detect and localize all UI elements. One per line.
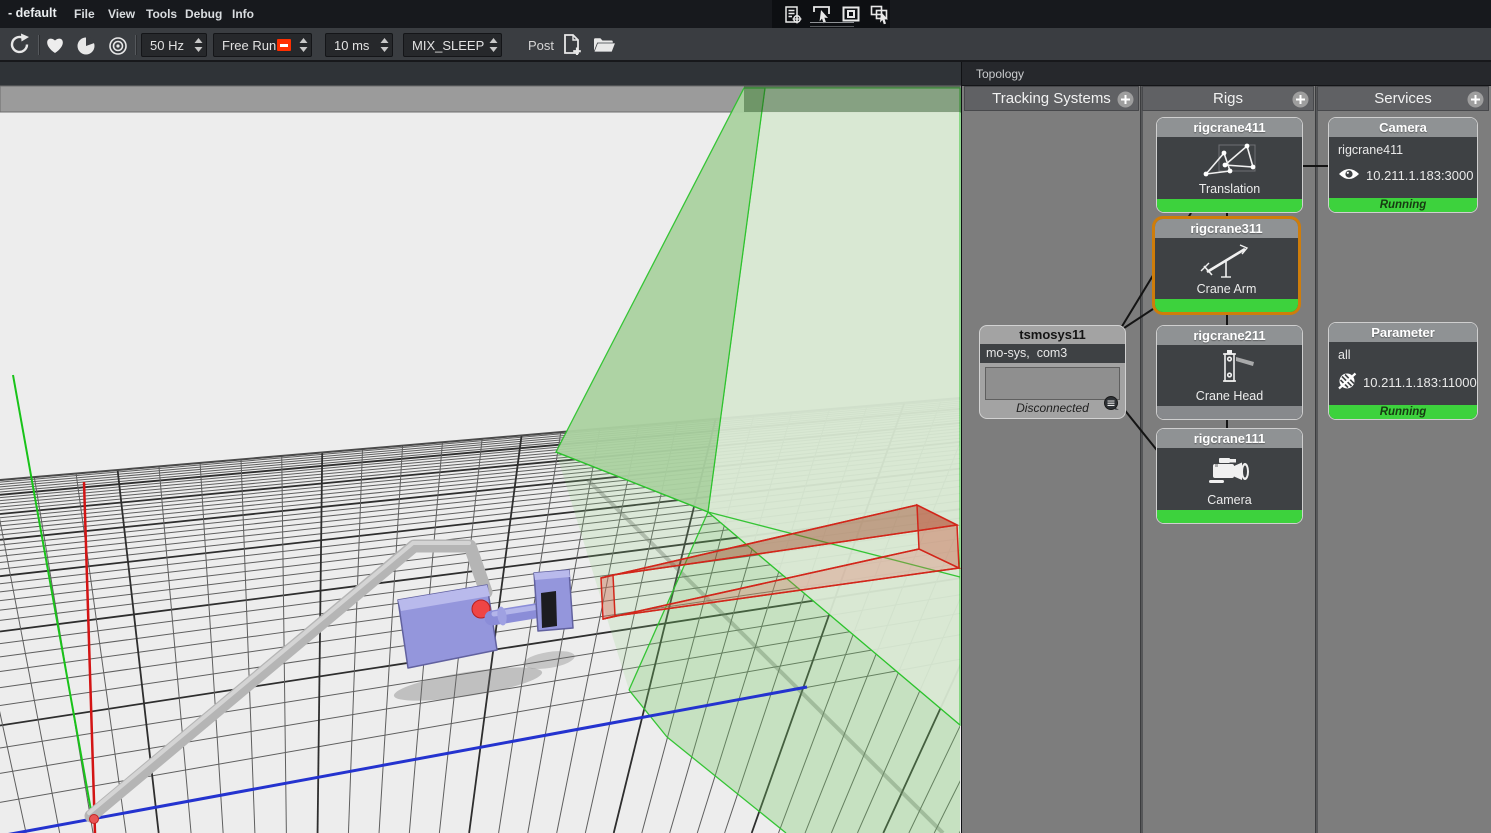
add-service-button[interactable] [1467,91,1484,113]
node-label: Crane Head [1195,389,1264,403]
node-title: rigcrane111 [1157,429,1302,448]
node-title: rigcrane311 [1155,219,1298,238]
status-bar-running [1155,299,1298,312]
column-header-tracking-systems: Tracking Systems [964,86,1139,111]
scene-3d [0,62,962,833]
toolbar-separator [38,35,40,55]
target-icon[interactable] [108,36,128,61]
origin-marker [89,814,99,824]
main-toolbar: 50 Hz Free Run 10 ms MIX_SLEEP Post [0,28,1491,62]
node-label: Camera [1207,493,1252,507]
mix-mode-value: MIX_SLEEP [412,38,485,53]
menu-tools[interactable]: Tools [146,7,177,21]
node-rigcrane211[interactable]: rigcrane211 Crane Head [1156,325,1303,420]
node-title: Parameter [1329,323,1477,342]
column-header-rigs: Rigs [1142,86,1314,111]
parameter-icon [1338,372,1357,393]
node-rigcrane411[interactable]: rigcrane411 Translation [1156,117,1303,213]
node-rigcrane311-selected[interactable]: rigcrane311 Crane Arm [1152,216,1301,315]
interval-dropdown[interactable]: 10 ms [325,33,393,57]
application-window: - default File View Tools Debug Info 50 … [0,0,1491,833]
frequency-dropdown[interactable]: 50 Hz [141,33,207,57]
spinner-arrows-icon[interactable] [379,36,390,59]
crane-arm-icon [1197,242,1257,285]
translation-icon [1199,141,1261,186]
viewport-3d[interactable] [0,62,962,833]
menu-bar: - default File View Tools Debug Info [0,0,1491,30]
spinner-arrows-icon[interactable] [193,36,204,59]
script-settings-icon[interactable] [782,4,804,31]
floating-mini-toolbar [772,0,890,30]
refresh-icon[interactable] [8,33,31,61]
log-bubble-icon[interactable] [1103,396,1120,416]
scene-ceiling-band [0,62,961,86]
node-rigcrane111[interactable]: rigcrane111 Camera [1156,428,1303,524]
interval-value: 10 ms [334,38,370,53]
menu-debug[interactable]: Debug [185,7,222,21]
topology-panel: Topology Tracking Systems Rigs Services [961,62,1491,833]
spinner-arrows-icon[interactable] [298,36,309,59]
node-service-parameter[interactable]: Parameter all 10.211.1.183:11000 Running [1328,322,1478,420]
spinner-arrows-icon[interactable] [488,36,499,59]
node-title: rigcrane211 [1157,326,1302,345]
window-title: - default [8,6,57,20]
frequency-value: 50 Hz [150,38,184,53]
data-preview-box [985,367,1120,400]
add-tracking-system-button[interactable] [1117,91,1134,113]
menu-file[interactable]: File [74,7,95,21]
post-label: Post [528,38,555,53]
toolbar-drag-handle[interactable] [810,22,854,27]
node-title: tsmosys11 [1019,327,1086,342]
run-mode-value: Free Run [222,38,277,53]
run-status-badge [277,39,291,51]
node-title: rigcrane411 [1157,118,1302,137]
new-document-icon[interactable] [561,33,584,62]
add-rig-button[interactable] [1292,91,1309,113]
service-address: 10.211.1.183:11000 [1363,375,1477,390]
toolbar-separator [135,35,137,55]
status-bar-running: Running [1329,405,1477,419]
eye-icon [1338,167,1360,184]
service-target: all [1338,348,1351,362]
run-mode-dropdown[interactable]: Free Run [213,33,312,57]
driver-label: mo-sys, com3 [980,344,1125,363]
node-title: Camera [1329,118,1477,137]
service-target: rigcrane411 [1338,143,1404,157]
crane-lens [541,591,557,628]
node-tsmosys11[interactable]: tsmosys11 mo-sys, com3 Disconnected [979,325,1126,419]
node-service-camera[interactable]: Camera rigcrane411 10.211.1.183:3000 Run… [1328,117,1478,213]
menu-info[interactable]: Info [232,7,254,21]
timer-icon[interactable] [76,36,96,61]
service-address: 10.211.1.183:3000 [1366,168,1474,183]
column-header-services: Services [1317,86,1489,111]
status-bar-idle [1157,406,1302,419]
open-folder-icon[interactable] [592,36,617,59]
status-bar-running [1157,199,1302,212]
status-bar-running: Running [1329,198,1477,212]
status-bar-running [1157,510,1302,523]
menu-view[interactable]: View [108,7,135,21]
mix-mode-dropdown[interactable]: MIX_SLEEP [403,33,502,57]
select-windows-icon[interactable] [869,4,891,31]
node-label: Translation [1198,182,1261,196]
crane-head-icon [1200,349,1260,394]
node-label: Crane Arm [1196,282,1257,296]
camera-icon [1201,452,1259,497]
heart-icon[interactable] [45,36,65,59]
